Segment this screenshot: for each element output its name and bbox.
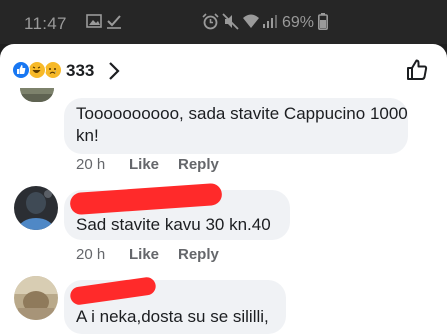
thumbs-up-icon[interactable] xyxy=(405,58,429,87)
reply-link[interactable]: Reply xyxy=(178,156,219,173)
comment-timestamp: 20 h xyxy=(76,246,106,263)
comment-text: A i neka,dosta su se sililli, xyxy=(76,307,269,326)
reply-link[interactable]: Reply xyxy=(178,246,219,263)
comment-text: Toooooooooo, sada stavite Cappucino 1000 xyxy=(76,104,408,123)
mute-icon xyxy=(222,13,239,35)
like-reaction-icon xyxy=(12,61,30,79)
signal-icon xyxy=(262,13,278,34)
chevron-right-icon[interactable] xyxy=(108,61,120,86)
status-time: 11:47 xyxy=(24,14,67,33)
battery-icon xyxy=(318,13,328,35)
comment-text: kn! xyxy=(76,126,99,145)
redacted-name xyxy=(69,182,223,216)
battery-percent: 69% xyxy=(282,14,315,31)
like-link[interactable]: Like xyxy=(129,156,159,173)
comment-bubble[interactable]: Toooooooooo, sada stavite Cappucino 1000… xyxy=(64,98,408,154)
comments-sheet: 333 Toooooooooo, sada stavite Cappucino … xyxy=(0,44,447,335)
image-icon xyxy=(86,13,102,34)
status-bar: 11:47 69% xyxy=(0,0,447,44)
comment-text: Sad stavite kavu 30 kn.40 xyxy=(76,215,271,234)
comment-bubble[interactable]: A i neka,dosta su se sililli, xyxy=(64,276,286,334)
reactions-header[interactable]: 333 xyxy=(0,44,447,98)
sad-reaction-icon xyxy=(44,61,62,79)
avatar[interactable] xyxy=(20,88,54,102)
alarm-icon xyxy=(202,13,219,35)
comment-timestamp: 20 h xyxy=(76,156,106,173)
avatar[interactable] xyxy=(14,186,58,230)
redacted-name xyxy=(69,276,157,306)
reaction-count: 333 xyxy=(66,61,95,80)
checkbox-icon xyxy=(106,13,122,34)
wifi-icon xyxy=(242,13,260,34)
comment-bubble[interactable]: Sad stavite kavu 30 kn.40 xyxy=(64,182,290,240)
avatar[interactable] xyxy=(14,276,58,320)
haha-reaction-icon xyxy=(28,61,46,79)
like-link[interactable]: Like xyxy=(129,246,159,263)
